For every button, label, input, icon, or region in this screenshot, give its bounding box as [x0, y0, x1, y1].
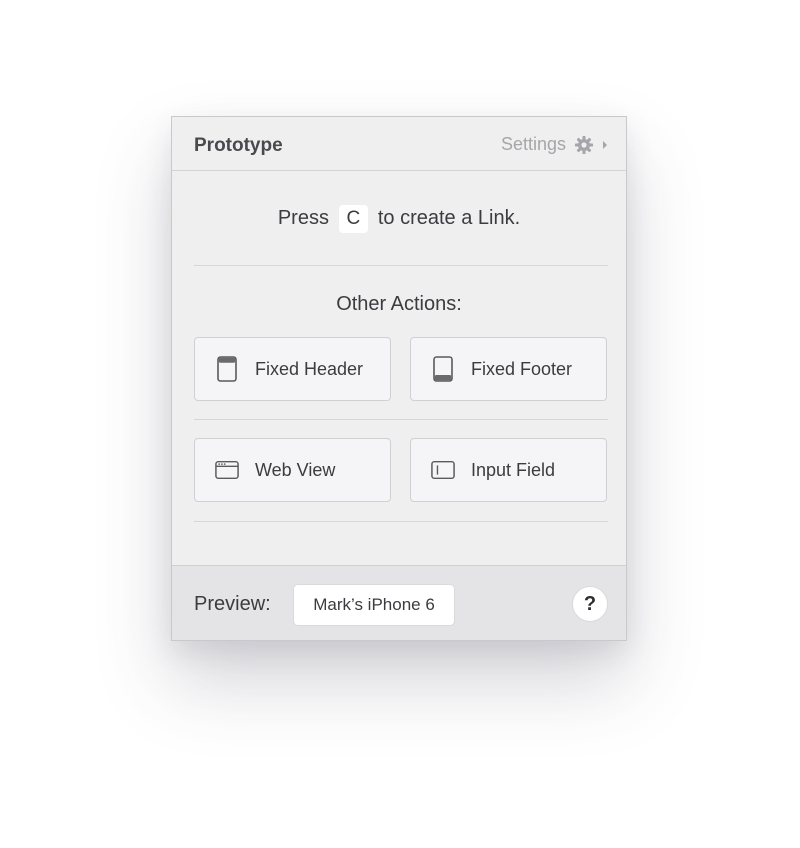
- divider: [194, 419, 608, 420]
- panel-header: Prototype Settings: [172, 117, 626, 171]
- divider: [194, 265, 608, 266]
- other-actions-heading: Other Actions:: [336, 293, 462, 315]
- help-button[interactable]: ?: [572, 586, 608, 622]
- gear-icon: [575, 135, 593, 154]
- caret-right-icon: [603, 140, 607, 149]
- fixed-header-button[interactable]: Fixed Header: [194, 337, 391, 401]
- web-view-icon: [215, 458, 239, 482]
- shortcut-key: C: [338, 205, 369, 233]
- shortcut-hint: Press C to create a Link.: [172, 205, 626, 233]
- settings-label: Settings: [500, 134, 566, 154]
- input-field-label: Input Field: [471, 459, 556, 480]
- device-select-button[interactable]: Mark’s iPhone 6: [293, 584, 455, 626]
- shortcut-suffix: to create a Link.: [377, 207, 521, 229]
- panel-title: Prototype: [194, 135, 283, 156]
- prototype-panel: Prototype Settings Press C to create a L…: [171, 116, 627, 641]
- fixed-footer-button[interactable]: Fixed Footer: [410, 337, 607, 401]
- fixed-footer-label: Fixed Footer: [471, 358, 573, 379]
- settings-button[interactable]: Settings: [501, 134, 608, 155]
- input-field-icon: [431, 458, 455, 482]
- web-view-label: Web View: [255, 459, 336, 480]
- fixed-header-label: Fixed Header: [255, 358, 364, 379]
- web-view-button[interactable]: Web View: [194, 438, 391, 502]
- divider: [194, 521, 608, 522]
- input-field-button[interactable]: Input Field: [410, 438, 607, 502]
- fixed-footer-icon: [431, 356, 455, 382]
- shortcut-prefix: Press: [277, 207, 329, 229]
- fixed-header-icon: [215, 356, 239, 382]
- preview-label: Preview:: [194, 593, 271, 615]
- preview-footer: Preview: Mark’s iPhone 6 ?: [172, 565, 626, 640]
